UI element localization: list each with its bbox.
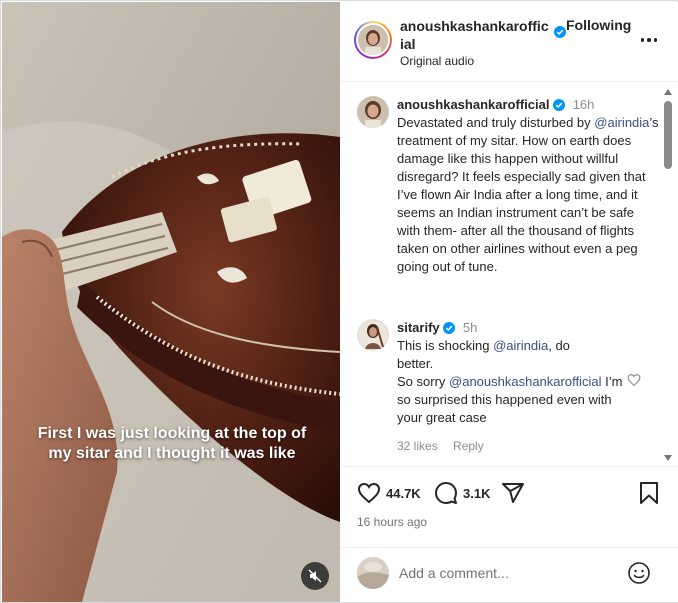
comment-meta: 32 likes Reply bbox=[397, 437, 659, 455]
post-side-panel: anoushkashankarofficial Following Origin… bbox=[341, 2, 678, 602]
comment-time[interactable]: 16h bbox=[573, 97, 595, 112]
save-button[interactable] bbox=[638, 481, 660, 505]
comment-count[interactable]: 3.1K bbox=[463, 486, 490, 501]
comment-text-part: ’s treatment of my sitar. How on earth d… bbox=[397, 115, 659, 274]
audio-link[interactable]: Original audio bbox=[400, 54, 474, 68]
scroll-down-arrow[interactable] bbox=[664, 455, 672, 461]
mute-button[interactable] bbox=[301, 562, 329, 590]
comments-list[interactable]: anoushkashankarofficial 16h Devastated a… bbox=[341, 83, 678, 464]
verified-icon bbox=[443, 322, 456, 334]
scroll-up-arrow[interactable] bbox=[664, 89, 672, 95]
author-username[interactable]: anoushkashankarofficial bbox=[400, 17, 550, 53]
mention-link[interactable]: @airindia bbox=[594, 115, 649, 130]
comment-text: This is shocking @airindia, do better. bbox=[397, 337, 602, 373]
commenter-avatar[interactable] bbox=[357, 96, 389, 128]
comment-button[interactable]: 3.1K bbox=[434, 481, 490, 505]
more-options-button[interactable] bbox=[637, 30, 661, 50]
comment-username[interactable]: sitarify bbox=[397, 320, 440, 335]
share-button[interactable] bbox=[501, 481, 525, 505]
comment-text-part: Devastated and truly disturbed by bbox=[397, 115, 595, 130]
bookmark-icon bbox=[640, 482, 658, 504]
action-bar: 44.7K 3.1K 16 hours ago bbox=[341, 466, 678, 546]
more-icon bbox=[640, 38, 645, 42]
comment-username[interactable]: anoushkashankarofficial bbox=[397, 97, 549, 112]
share-icon bbox=[502, 483, 524, 503]
reel-video[interactable]: First I was just looking at the top of m… bbox=[2, 2, 340, 602]
user-avatar bbox=[357, 557, 389, 589]
author-avatar[interactable] bbox=[354, 21, 392, 59]
reply-button[interactable]: Reply bbox=[453, 439, 484, 453]
like-count[interactable]: 44.7K bbox=[386, 486, 421, 501]
verified-icon bbox=[554, 26, 566, 38]
comment-text: Devastated and truly disturbed by @airin… bbox=[397, 114, 659, 276]
comment-icon bbox=[435, 482, 457, 504]
comment-likes[interactable]: 32 likes bbox=[397, 439, 438, 453]
commenter-avatar[interactable] bbox=[357, 319, 389, 351]
comment-text-part: This is shocking bbox=[397, 338, 494, 353]
comment-time[interactable]: 5h bbox=[463, 320, 477, 335]
emoji-icon[interactable] bbox=[627, 561, 651, 585]
mention-link[interactable]: @airindia bbox=[493, 338, 548, 353]
heart-icon bbox=[357, 482, 381, 504]
heart-icon[interactable] bbox=[627, 373, 641, 387]
mention-link[interactable]: @anoushkashankarofficial bbox=[449, 374, 601, 389]
comment-input[interactable] bbox=[399, 561, 619, 585]
post-modal: First I was just looking at the top of m… bbox=[0, 0, 678, 603]
like-button[interactable]: 44.7K bbox=[357, 481, 421, 505]
comment-text-part: So sorry bbox=[397, 374, 450, 389]
post-time[interactable]: 16 hours ago bbox=[357, 515, 427, 529]
scroll-thumb[interactable] bbox=[664, 101, 672, 169]
comments-scrollbar[interactable] bbox=[662, 85, 674, 465]
post-header: anoushkashankarofficial Following Origin… bbox=[341, 2, 678, 82]
verified-icon bbox=[553, 99, 566, 111]
mute-icon bbox=[308, 569, 322, 583]
following-button[interactable]: Following bbox=[566, 17, 631, 33]
sitar-video-frame bbox=[2, 2, 340, 602]
video-caption: First I was just looking at the top of m… bbox=[37, 425, 307, 462]
comment-text: So sorry @anoushkashankarofficial I’m so… bbox=[397, 373, 627, 427]
add-comment-bar bbox=[341, 547, 678, 602]
